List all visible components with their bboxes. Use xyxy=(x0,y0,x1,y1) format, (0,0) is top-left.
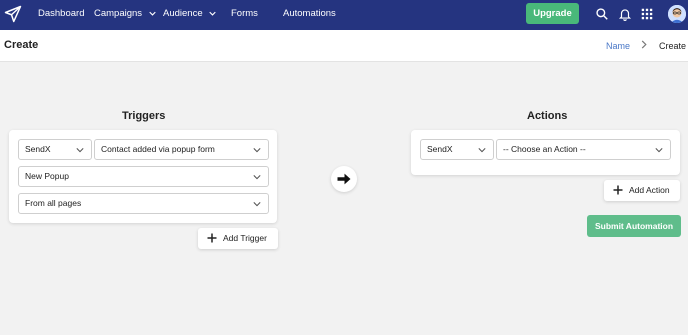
chevron-down-icon xyxy=(253,202,261,207)
action-type-select[interactable]: -- Choose an Action -- xyxy=(496,139,671,160)
chevron-down-icon xyxy=(253,148,261,153)
nav-forms[interactable]: Forms xyxy=(231,0,258,30)
actions-title: Actions xyxy=(527,110,568,122)
nav-forms-label: Forms xyxy=(231,8,258,19)
nav-dashboard[interactable]: Dashboard xyxy=(38,0,84,30)
chevron-down-icon xyxy=(149,11,156,16)
chevron-down-icon xyxy=(253,175,261,180)
nav-campaigns-label: Campaigns xyxy=(94,8,143,19)
chevron-down-icon xyxy=(209,11,216,16)
top-navbar: Dashboard Campaigns Audience Forms Autom… xyxy=(0,0,688,30)
action-app-value: SendX xyxy=(427,144,453,154)
chevron-down-icon xyxy=(655,148,663,153)
arrow-right-icon xyxy=(337,173,351,185)
breadcrumb-link-name[interactable]: Name xyxy=(606,41,630,51)
upgrade-button[interactable]: Upgrade xyxy=(526,3,579,24)
nav-automations-label: Automations xyxy=(283,8,336,19)
actions-card: SendX -- Choose an Action -- xyxy=(411,130,680,175)
nav-dashboard-label: Dashboard xyxy=(38,8,85,19)
add-trigger-label: Add Trigger xyxy=(223,233,267,243)
flow-arrow xyxy=(331,166,357,192)
trigger-pages-select[interactable]: From all pages xyxy=(18,193,269,214)
action-app-select[interactable]: SendX xyxy=(420,139,494,160)
chevron-down-icon xyxy=(478,148,486,153)
search-icon[interactable] xyxy=(595,7,609,21)
add-trigger-button[interactable]: Add Trigger xyxy=(198,228,278,249)
trigger-pages-value: From all pages xyxy=(25,198,82,208)
plus-icon xyxy=(207,233,217,243)
breadcrumb-current: Create xyxy=(659,41,687,51)
trigger-event-select[interactable]: Contact added via popup form xyxy=(94,139,269,160)
bell-icon[interactable] xyxy=(618,7,632,21)
add-action-button[interactable]: Add Action xyxy=(604,180,680,201)
action-type-value: -- Choose an Action -- xyxy=(503,144,586,154)
add-action-label: Add Action xyxy=(629,185,670,195)
chevron-right-icon xyxy=(641,40,647,49)
plus-icon xyxy=(613,185,623,195)
trigger-popup-select[interactable]: New Popup xyxy=(18,166,269,187)
nav-audience[interactable]: Audience xyxy=(163,0,216,30)
submit-automation-button[interactable]: Submit Automation xyxy=(587,215,681,237)
avatar[interactable] xyxy=(668,5,686,23)
chevron-down-icon xyxy=(76,148,84,153)
triggers-title: Triggers xyxy=(122,110,166,122)
trigger-app-select[interactable]: SendX xyxy=(18,139,92,160)
trigger-popup-value: New Popup xyxy=(25,171,69,181)
trigger-app-value: SendX xyxy=(25,144,51,154)
page-header: Create Name Create xyxy=(0,30,688,62)
apps-grid-icon[interactable] xyxy=(640,7,654,21)
trigger-event-value: Contact added via popup form xyxy=(101,144,215,154)
logo-paper-plane-icon[interactable] xyxy=(4,5,22,23)
nav-automations[interactable]: Automations xyxy=(283,0,336,30)
page-title: Create xyxy=(4,39,39,51)
nav-audience-label: Audience xyxy=(163,8,203,19)
triggers-card: SendX Contact added via popup form New P… xyxy=(9,130,277,223)
nav-campaigns[interactable]: Campaigns xyxy=(94,0,156,30)
